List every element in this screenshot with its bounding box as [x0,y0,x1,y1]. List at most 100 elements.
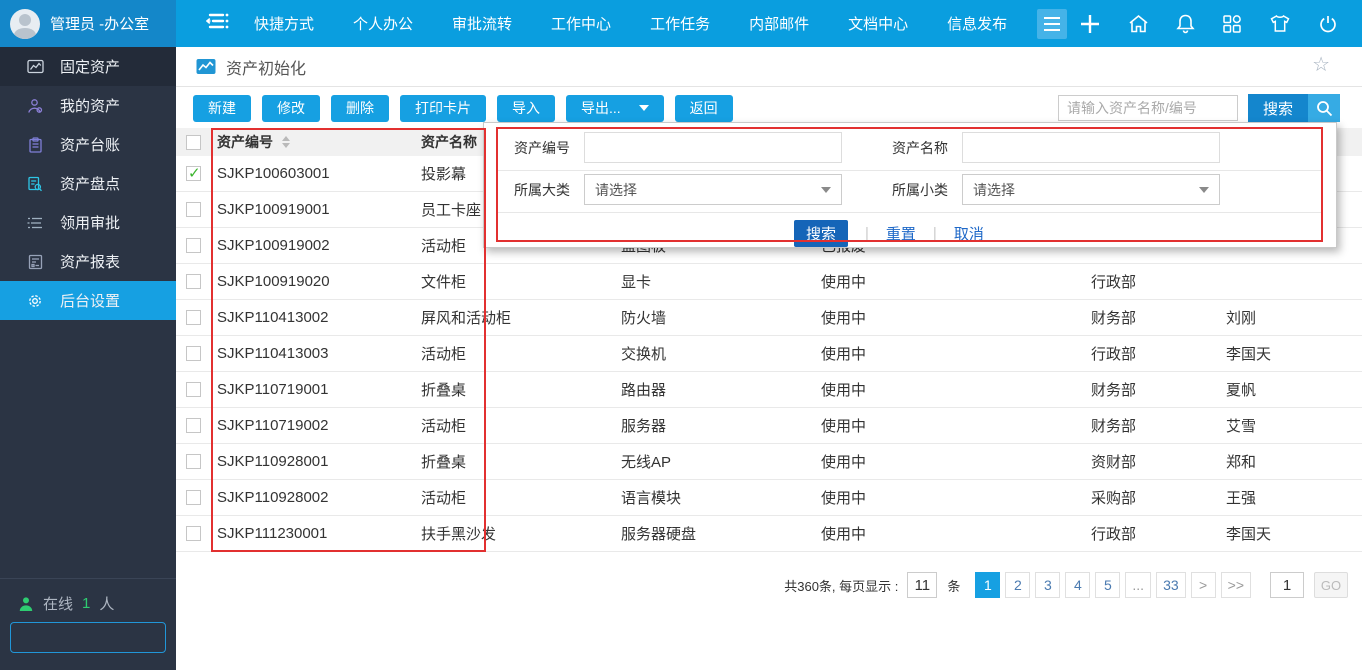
asset-code-input[interactable] [584,132,842,163]
cell-status: 使用中 [815,451,1085,472]
nav-item-4[interactable]: 工作中心 [551,13,611,34]
row-checkbox-cell [176,454,211,469]
sidebar-item-label: 后台设置 [60,290,120,311]
quick-search: 搜索 [1058,94,1362,122]
row-checkbox[interactable] [186,382,201,397]
bell-icon[interactable] [1176,13,1195,34]
cell-asset-code: SJKP111230001 [211,525,415,542]
page-button-5[interactable]: 5 [1095,572,1120,598]
sidebar-item-2[interactable]: 我的资产 [0,86,176,125]
asset-name-input[interactable] [962,132,1220,163]
approve-icon [26,216,44,230]
cell-user: 郑和 [1220,451,1362,472]
advanced-search-panel: 资产编号 资产名称 所属大类 请选择 所属小类 请选择 搜索 [483,122,1337,248]
row-checkbox[interactable] [186,202,201,217]
page-button-1[interactable]: 1 [975,572,1000,598]
quick-search-input[interactable] [1058,95,1238,121]
row-checkbox[interactable] [186,490,201,505]
quick-search-button[interactable]: 搜索 [1248,94,1308,122]
row-checkbox[interactable] [186,238,201,253]
sort-icon[interactable] [282,136,290,148]
sidebar-item-label: 我的资产 [60,95,120,116]
page-button-33[interactable]: 33 [1156,572,1186,598]
online-unit: 人 [99,593,114,614]
favorite-star-icon[interactable]: ☆ [1312,55,1330,75]
nav-item-7[interactable]: 文档中心 [848,13,908,34]
user-area[interactable]: 管理员 -办公室 [0,0,176,47]
page-size-box[interactable]: 11 [907,572,937,598]
chevron-down-icon [1199,187,1209,193]
ledger-icon [26,137,44,153]
next-page-button[interactable]: > [1191,572,1216,598]
nav-item-1[interactable]: 快捷方式 [254,13,314,34]
row-checkbox[interactable] [186,274,201,289]
search-icon[interactable] [1308,94,1340,122]
sidebar-item-4[interactable]: 资产盘点 [0,164,176,203]
row-checkbox[interactable] [186,310,201,325]
cell-user: 艾雪 [1220,415,1362,436]
goto-page-input[interactable] [1270,572,1304,598]
online-label: 在线 [43,593,73,614]
row-checkbox[interactable] [186,418,201,433]
row-checkbox[interactable] [186,454,201,469]
sidebar-item-1[interactable]: 固定资产 [0,47,176,86]
panel-divider [497,212,1323,213]
go-button[interactable]: GO [1314,572,1348,598]
last-page-button[interactable]: >> [1221,572,1251,598]
panel-search-button[interactable]: 搜索 [794,220,848,247]
cell-item: 语言模块 [615,487,815,508]
export-dropdown-button[interactable]: 导出... [566,95,664,122]
row-checkbox[interactable] [186,346,201,361]
nav-item-3[interactable]: 审批流转 [452,13,512,34]
cell-item: 服务器硬盘 [615,523,815,544]
import-button[interactable]: 导入 [497,95,555,122]
new-button[interactable]: 新建 [193,95,251,122]
collapse-menu-icon[interactable] [206,11,230,36]
cell-user: 刘刚 [1220,307,1362,328]
menu-icon[interactable] [1037,9,1067,39]
cell-asset-code: SJKP110719002 [211,417,415,434]
check-icon [26,176,44,192]
sidebar-item-3[interactable]: 资产台账 [0,125,176,164]
panel-cancel-button[interactable]: 取消 [954,223,984,244]
theme-icon[interactable] [1269,14,1291,33]
cell-asset-code: SJKP110928001 [211,453,415,470]
row-checkbox[interactable] [186,526,201,541]
divider: | [933,225,937,242]
cell-asset-name: 活动柜 [415,415,615,436]
plus-icon[interactable] [1079,13,1101,35]
print-card-button[interactable]: 打印卡片 [400,95,486,122]
page-button-4[interactable]: 4 [1065,572,1090,598]
sidebar: 固定资产我的资产资产台账资产盘点领用审批资产报表后台设置 在线 1 人 [0,47,176,670]
cell-asset-name: 折叠桌 [415,451,615,472]
power-icon[interactable] [1318,14,1338,34]
page-title-icon [196,58,216,75]
back-button[interactable]: 返回 [675,95,733,122]
apps-icon[interactable] [1222,14,1242,34]
page-button-3[interactable]: 3 [1035,572,1060,598]
field-label-asset-code: 资产编号 [484,138,584,158]
major-category-value: 请选择 [595,180,637,200]
panel-reset-button[interactable]: 重置 [886,223,916,244]
page-button-2[interactable]: 2 [1005,572,1030,598]
nav-item-6[interactable]: 内部邮件 [749,13,809,34]
major-category-select[interactable]: 请选择 [584,174,842,205]
delete-button[interactable]: 删除 [331,95,389,122]
sidebar-item-5[interactable]: 领用审批 [0,203,176,242]
title-bar: 资产初始化 [176,47,1362,87]
home-icon[interactable] [1128,14,1149,33]
cell-item: 防火墙 [615,307,815,328]
page-size-unit: 条 [947,576,960,595]
minor-category-select[interactable]: 请选择 [962,174,1220,205]
nav-item-8[interactable]: 信息发布 [947,13,1007,34]
nav-item-2[interactable]: 个人办公 [353,13,413,34]
row-checkbox[interactable] [186,166,201,181]
column-header-asset-code[interactable]: 资产编号 [217,132,273,152]
edit-button[interactable]: 修改 [262,95,320,122]
sidebar-item-6[interactable]: 资产报表 [0,242,176,281]
select-all-checkbox[interactable] [186,135,201,150]
column-header-asset-name[interactable]: 资产名称 [421,134,477,150]
cell-asset-name: 活动柜 [415,343,615,364]
nav-item-5[interactable]: 工作任务 [650,13,710,34]
sidebar-item-7[interactable]: 后台设置 [0,281,176,320]
